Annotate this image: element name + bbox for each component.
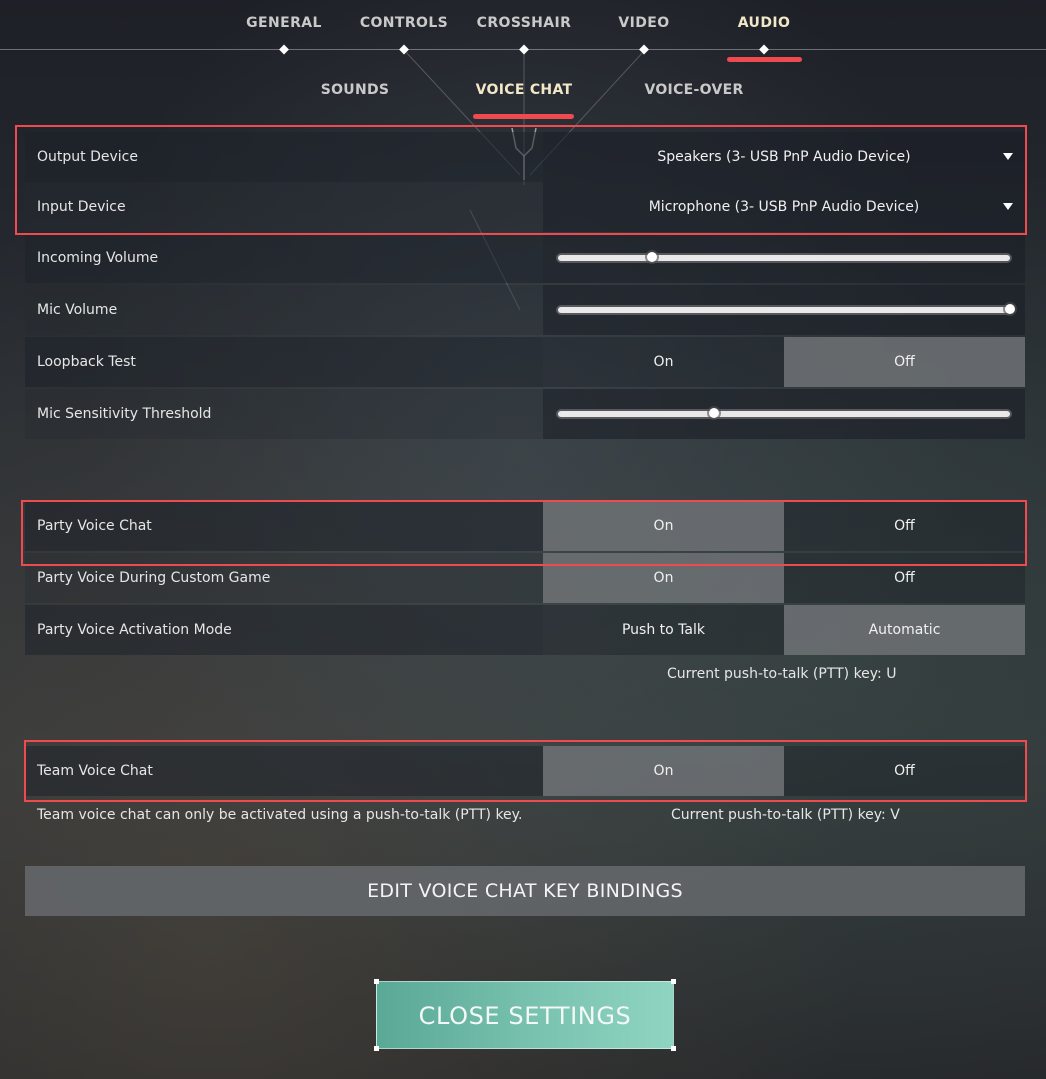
party-voice-chat-on-option[interactable]: On [543, 501, 784, 551]
input-device-dropdown[interactable]: Microphone (3- USB PnP Audio Device) [543, 182, 1025, 232]
party-voice-chat-toggle: On Off [543, 501, 1025, 551]
input-device-row: Input Device Microphone (3- USB PnP Audi… [25, 182, 1025, 232]
chevron-down-icon [1003, 153, 1013, 160]
button-corner-decoration [374, 979, 379, 984]
output-device-value: Speakers (3- USB PnP Audio Device) [657, 149, 911, 165]
slider-thumb[interactable] [646, 252, 657, 262]
team-ptt-key-note: Current push-to-talk (PTT) key: V [671, 807, 900, 823]
slider-track [558, 255, 1010, 261]
mic-volume-row: Mic Volume [25, 285, 1025, 335]
slider-thumb[interactable] [1005, 304, 1015, 314]
party-custom-game-off-option[interactable]: Off [784, 553, 1025, 603]
output-device-label: Output Device [37, 149, 138, 165]
edit-voice-chat-key-bindings-button[interactable]: EDIT VOICE CHAT KEY BINDINGS [25, 866, 1025, 916]
party-activation-row: Party Voice Activation Mode Push to Talk… [25, 605, 1025, 655]
mic-volume-slider[interactable] [543, 285, 1025, 335]
tab-audio[interactable]: AUDIO [738, 15, 791, 31]
tab-video[interactable]: VIDEO [618, 15, 669, 31]
team-voice-chat-row: Team Voice Chat On Off [25, 746, 1025, 796]
mic-sensitivity-row: Mic Sensitivity Threshold [25, 389, 1025, 439]
loopback-test-label: Loopback Test [37, 354, 136, 370]
input-device-label: Input Device [37, 199, 126, 215]
loopback-test-row: Loopback Test On Off [25, 337, 1025, 387]
close-settings-button[interactable]: CLOSE SETTINGS [376, 981, 674, 1049]
subtab-voice-chat[interactable]: VOICE CHAT [476, 82, 573, 98]
party-custom-game-label: Party Voice During Custom Game [37, 570, 271, 586]
team-voice-chat-on-option[interactable]: On [543, 746, 784, 796]
team-voice-chat-label: Team Voice Chat [37, 763, 153, 779]
party-activation-label: Party Voice Activation Mode [37, 622, 232, 638]
party-voice-chat-row: Party Voice Chat On Off [25, 501, 1025, 551]
party-custom-game-on-option[interactable]: On [543, 553, 784, 603]
incoming-volume-slider[interactable] [543, 233, 1025, 283]
slider-track [558, 411, 1010, 417]
tab-controls[interactable]: CONTROLS [360, 15, 448, 31]
tab-general[interactable]: GENERAL [246, 15, 322, 31]
party-custom-game-toggle: On Off [543, 553, 1025, 603]
tab-audio-underline [727, 57, 802, 62]
loopback-toggle: On Off [543, 337, 1025, 387]
subtab-sounds[interactable]: SOUNDS [321, 82, 390, 98]
button-corner-decoration [671, 979, 676, 984]
output-device-dropdown[interactable]: Speakers (3- USB PnP Audio Device) [543, 132, 1025, 182]
tab-crosshair[interactable]: CROSSHAIR [477, 15, 572, 31]
mic-sensitivity-slider[interactable] [543, 389, 1025, 439]
chevron-down-icon [1003, 203, 1013, 210]
mic-volume-label: Mic Volume [37, 302, 118, 318]
slider-thumb[interactable] [709, 408, 720, 418]
subtab-voice-over[interactable]: VOICE-OVER [644, 82, 743, 98]
party-ptt-key-note: Current push-to-talk (PTT) key: U [667, 666, 897, 682]
party-activation-toggle: Push to Talk Automatic [543, 605, 1025, 655]
incoming-volume-row: Incoming Volume [25, 233, 1025, 283]
team-voice-chat-info: Team voice chat can only be activated us… [37, 807, 523, 823]
party-activation-automatic-option[interactable]: Automatic [784, 605, 1025, 655]
party-voice-chat-label: Party Voice Chat [37, 518, 152, 534]
loopback-off-option[interactable]: Off [784, 337, 1025, 387]
team-voice-chat-off-option[interactable]: Off [784, 746, 1025, 796]
button-corner-decoration [374, 1046, 379, 1051]
button-corner-decoration [671, 1046, 676, 1051]
output-device-row: Output Device Speakers (3- USB PnP Audio… [25, 132, 1025, 182]
loopback-on-option[interactable]: On [543, 337, 784, 387]
incoming-volume-label: Incoming Volume [37, 250, 159, 266]
top-tabs: GENERAL CONTROLS CROSSHAIR VIDEO AUDIO [0, 0, 1046, 55]
subtab-voice-chat-underline [473, 114, 574, 119]
mic-sensitivity-label: Mic Sensitivity Threshold [37, 406, 212, 422]
input-device-value: Microphone (3- USB PnP Audio Device) [648, 199, 920, 215]
party-custom-game-row: Party Voice During Custom Game On Off [25, 553, 1025, 603]
party-activation-push-to-talk-option[interactable]: Push to Talk [543, 605, 784, 655]
party-voice-chat-off-option[interactable]: Off [784, 501, 1025, 551]
slider-track [558, 307, 1010, 313]
team-voice-chat-toggle: On Off [543, 746, 1025, 796]
